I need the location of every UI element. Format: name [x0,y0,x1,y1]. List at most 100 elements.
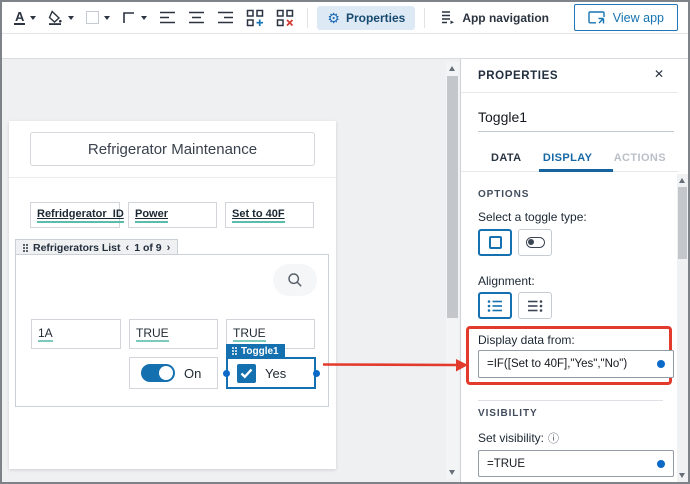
section-divider [478,400,663,401]
checkbox-label: Yes [265,365,287,381]
view-app-label: View app [612,10,664,25]
toggle-type-checkbox-option[interactable] [478,229,512,256]
checkbox-checked[interactable] [237,363,256,383]
font-color-button[interactable]: A [10,7,40,28]
fill-color-button[interactable] [44,7,78,28]
column-header-set-to-40f[interactable]: Set to 40F [225,202,314,228]
add-block-button[interactable] [242,6,268,30]
check-icon [240,368,253,379]
panel-scrollbar[interactable] [677,174,688,482]
tab-display[interactable]: DISPLAY [543,152,592,164]
screen-card: Refrigerator Maintenance Refridgerator_I… [9,121,336,469]
binding-dot-icon[interactable] [657,360,665,368]
selection-handle-left[interactable] [222,369,230,377]
alignment-right-option[interactable] [518,292,552,319]
view-app-button[interactable]: View app [573,4,678,31]
toggle-switch-on[interactable] [141,364,175,382]
column-header-refrigerator-id[interactable]: Refridgerator_ID [30,202,124,228]
visibility-label: Set visibility: ⓘ [478,430,559,446]
properties-button[interactable]: ⚙ Properties [317,5,416,30]
font-color-icon: A [14,9,26,25]
properties-panel: PROPERTIES ✕ Toggle1 DATA DISPLAY ACTION… [460,59,688,482]
border-color-button[interactable] [82,8,114,27]
toggle-type-switch-option[interactable] [518,229,552,256]
formula-text: =TRUE [487,457,526,470]
tab-data[interactable]: DATA [491,152,522,164]
checkbox-style-icon [488,236,502,249]
visibility-label-text: Set visibility: [478,431,545,445]
card-divider [9,177,336,178]
previous-record-button[interactable]: ‹ [126,242,130,253]
switch-style-icon [525,237,545,248]
form-title-block[interactable]: Refrigerator Maintenance [30,132,315,166]
display-data-formula-input[interactable]: =IF([Set to 40F],"Yes","No") [478,350,674,378]
align-center-button[interactable] [184,8,209,27]
align-center-icon [189,11,205,24]
toggle-switch-label: On [184,365,202,381]
bullet-list-right-icon [528,299,543,312]
border-style-button[interactable] [118,8,151,28]
toggle-knob [159,366,173,380]
next-record-button[interactable]: › [167,242,171,253]
visibility-formula-input[interactable]: =TRUE [478,450,674,477]
app-navigation-icon [442,11,455,24]
properties-panel-title: PROPERTIES [478,70,559,82]
value-text: TRUE [136,326,169,342]
selected-control-name: Toggle1 [241,345,279,357]
panel-scrollbar-thumb[interactable] [678,187,687,259]
alignment-label: Alignment: [478,274,535,288]
info-icon[interactable]: ⓘ [548,430,559,446]
value-field-refrigerator-id[interactable]: 1A [31,319,121,349]
options-section-heading: OPTIONS [478,189,530,200]
app-window: A ⚙ Properties App navigation View app R… [0,0,690,484]
refrigerators-list-container: 1A TRUE TRUE On Toggle1 Yes [15,254,329,407]
refrigerators-list-tab[interactable]: Refrigerators List ‹ 1 of 9 › [15,239,179,255]
chevron-down-icon [141,15,148,20]
display-data-label: Display data from: [478,333,575,347]
value-text: 1A [38,326,53,342]
drag-handle-icon[interactable] [232,347,237,355]
selection-handle-right[interactable] [312,369,320,377]
scroll-down-icon[interactable] [449,470,455,475]
toggle1-control[interactable]: Yes [226,357,316,389]
close-icon[interactable]: ✕ [654,67,664,81]
search-icon [288,273,302,287]
scroll-up-icon[interactable] [449,66,455,71]
align-right-icon [218,11,234,24]
scroll-up-icon[interactable] [679,178,685,183]
alignment-left-option[interactable] [478,292,512,319]
builder-canvas: Refrigerator Maintenance Refridgerator_I… [2,59,460,482]
drag-handle-icon[interactable] [23,243,28,252]
scroll-down-icon[interactable] [679,473,685,478]
toggle1-selection-tag[interactable]: Toggle1 [226,344,285,358]
formula-text: =IF([Set to 40F],"Yes","No") [487,358,628,370]
binding-dot-icon[interactable] [657,459,665,468]
app-header-strip [2,35,688,59]
search-button[interactable] [273,264,317,296]
remove-block-button[interactable] [272,6,298,30]
tab-actions[interactable]: ACTIONS [614,152,666,164]
column-header-label: Power [135,208,169,223]
active-tab-underline [539,169,613,172]
chevron-down-icon [68,15,75,20]
border-color-icon [86,11,100,24]
column-header-power[interactable]: Power [128,202,217,228]
canvas-scrollbar[interactable] [446,62,459,479]
toggle-type-label: Select a toggle type: [478,210,587,224]
toolbar-divider [424,7,426,28]
form-title: Refrigerator Maintenance [87,140,258,158]
bullet-list-left-icon [487,299,502,312]
visibility-section-heading: VISIBILITY [478,408,538,419]
list-section-label: Refrigerators List [33,241,121,254]
column-header-label: Refridgerator_ID [37,208,124,223]
align-left-button[interactable] [155,8,180,27]
align-right-button[interactable] [213,8,238,27]
app-navigation-button[interactable]: App navigation [434,6,555,29]
app-navigation-label: App navigation [462,10,549,25]
canvas-scrollbar-thumb[interactable] [447,76,458,318]
panel-divider [461,92,678,93]
value-field-power[interactable]: TRUE [129,319,218,349]
control-name-value: Toggle1 [478,109,528,125]
power-toggle-block: On [129,357,218,389]
control-name-input[interactable]: Toggle1 [478,103,674,132]
